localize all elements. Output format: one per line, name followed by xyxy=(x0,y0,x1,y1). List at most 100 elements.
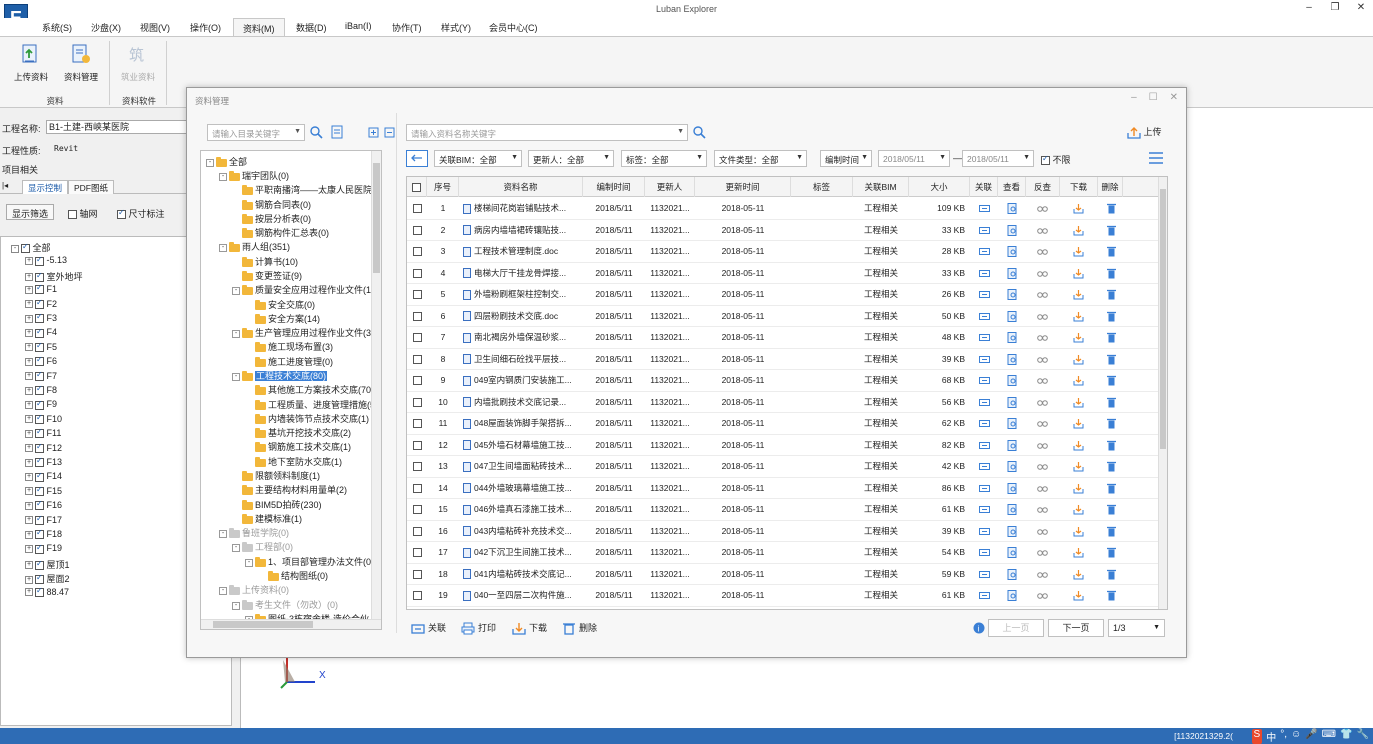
reverse-lookup-icon[interactable] xyxy=(1037,440,1048,451)
floor-tree-item[interactable]: + F15 xyxy=(25,485,62,500)
tree-item[interactable]: 结构图纸(0) xyxy=(258,569,328,583)
expand-icon[interactable]: + xyxy=(25,300,33,309)
floor-tree-item[interactable]: + F12 xyxy=(25,442,62,457)
filetype-filter-select[interactable]: 文件类型：全部 ▼ xyxy=(714,150,807,167)
view-icon[interactable] xyxy=(1007,568,1018,580)
download-icon[interactable] xyxy=(1073,504,1084,515)
trash-icon[interactable] xyxy=(1106,225,1117,236)
menu-item[interactable]: 会员中心(C) xyxy=(489,21,538,34)
tree-vertical-scrollbar[interactable] xyxy=(371,151,381,621)
collapse-icon[interactable]: - xyxy=(232,372,240,381)
row-checkbox-cell[interactable] xyxy=(407,456,427,477)
view-icon[interactable] xyxy=(1007,439,1018,451)
row-checkbox-cell[interactable] xyxy=(407,392,427,413)
close-icon[interactable]: ✕ xyxy=(1355,2,1367,13)
trash-icon[interactable] xyxy=(1106,461,1117,472)
directory-search-input[interactable]: 请输入目录关键字 ▼ xyxy=(207,124,305,141)
manage-material-button[interactable]: 资料管理 xyxy=(58,43,104,83)
floor-tree-item[interactable]: - 全部 xyxy=(11,241,51,255)
file-name-cell[interactable]: 内墙批刷技术交底记录... xyxy=(463,392,583,413)
reverse-lookup-icon[interactable] xyxy=(1037,311,1048,322)
expand-icon[interactable]: + xyxy=(25,575,33,584)
trash-icon[interactable] xyxy=(1106,547,1117,558)
tree-item[interactable]: 按层分析表(0) xyxy=(232,212,311,226)
reverse-lookup-icon[interactable] xyxy=(1037,268,1048,279)
table-row[interactable]: 17 042下沉卫生间施工技术... 2018/5/11 1132021... 2018… xyxy=(407,542,1159,564)
expand-icon[interactable]: + xyxy=(25,314,33,323)
floor-checkbox[interactable] xyxy=(35,312,44,324)
floor-tree-item[interactable]: + F3 xyxy=(25,312,57,327)
next-page-button[interactable]: 下一页 xyxy=(1048,619,1104,637)
table-row[interactable]: 14 044外墙玻璃幕墙施工技... 2018/5/11 1132021... 2018… xyxy=(407,478,1159,499)
download-icon[interactable] xyxy=(1073,225,1084,236)
floor-tree-item[interactable]: + F18 xyxy=(25,528,62,543)
menu-item[interactable]: 操作(O) xyxy=(190,21,221,34)
table-row[interactable]: 4 电梯大厅干挂龙骨焊接... 2018/5/11 1132021... 2018-05… xyxy=(407,263,1159,284)
expand-icon[interactable]: + xyxy=(25,401,33,410)
reverse-lookup-icon[interactable] xyxy=(1037,483,1048,494)
menu-item[interactable]: 沙盘(X) xyxy=(91,21,121,34)
microphone-icon[interactable]: 🎤 xyxy=(1305,729,1317,744)
ime-logo-icon[interactable]: S xyxy=(1251,729,1263,744)
row-checkbox[interactable] xyxy=(412,290,422,300)
tree-item[interactable]: - 工程技术交底(80) xyxy=(232,369,328,383)
punctuation-icon[interactable]: °, xyxy=(1280,729,1287,744)
expand-icon[interactable]: + xyxy=(25,473,33,482)
row-checkbox-cell[interactable] xyxy=(407,370,427,391)
collapse-icon[interactable]: - xyxy=(219,243,227,252)
row-checkbox-cell[interactable] xyxy=(407,435,427,456)
file-name-cell[interactable]: 040一至四层二次构件施... xyxy=(463,585,583,606)
date-from-input[interactable]: 2018/05/11 ▼ xyxy=(878,150,950,167)
floor-checkbox[interactable] xyxy=(35,399,44,410)
view-icon[interactable] xyxy=(1007,418,1018,429)
row-checkbox[interactable] xyxy=(412,311,422,321)
expand-icon[interactable]: + xyxy=(25,561,33,570)
minimize-icon[interactable]: – xyxy=(1303,2,1315,13)
menu-item[interactable]: 资料(M) xyxy=(233,18,285,36)
table-row[interactable]: 2 病房内墙墙裙砖镶贴技... 2018/5/11 1132021... 2018-05… xyxy=(407,220,1159,241)
zhuye-material-button[interactable]: 筑 筑业资料 xyxy=(115,43,161,83)
link-icon[interactable] xyxy=(979,483,990,494)
reverse-lookup-icon[interactable] xyxy=(1037,504,1048,515)
table-row[interactable]: 10 内墙批刷技术交底记录... 2018/5/11 1132021... 2018-0… xyxy=(407,392,1159,413)
row-checkbox-cell[interactable] xyxy=(407,220,427,241)
floor-tree-item[interactable]: + F11 xyxy=(25,427,61,442)
link-icon[interactable] xyxy=(979,547,990,558)
floor-checkbox[interactable] xyxy=(35,573,44,585)
row-checkbox-cell[interactable] xyxy=(407,349,427,370)
expand-icon[interactable]: + xyxy=(25,329,33,338)
file-name-cell[interactable]: 卫生间细石砼找平层技... xyxy=(463,349,583,370)
floor-checkbox[interactable] xyxy=(35,255,44,266)
keyboard-icon[interactable]: ⌨ xyxy=(1322,729,1336,744)
reverse-lookup-icon[interactable] xyxy=(1037,547,1048,558)
file-name-cell[interactable]: 工程技术管理制度.doc xyxy=(463,241,583,262)
trash-icon[interactable] xyxy=(1106,268,1117,279)
expand-icon[interactable]: + xyxy=(25,458,33,467)
reverse-lookup-icon[interactable] xyxy=(1037,289,1048,300)
chevron-down-icon[interactable]: ▼ xyxy=(294,128,301,135)
expand-icon[interactable]: - xyxy=(11,244,19,253)
floor-checkbox[interactable] xyxy=(35,543,44,554)
ime-chinese-icon[interactable]: 中 xyxy=(1266,729,1276,744)
download-icon[interactable] xyxy=(1073,354,1084,365)
view-icon[interactable] xyxy=(1007,525,1018,537)
info-icon[interactable]: i xyxy=(973,622,985,634)
row-checkbox[interactable] xyxy=(412,397,422,407)
link-icon[interactable] xyxy=(979,354,990,365)
floor-checkbox[interactable] xyxy=(35,514,44,525)
prev-page-button[interactable]: 上一页 xyxy=(988,619,1044,637)
collapse-icon[interactable]: - xyxy=(245,558,253,567)
tree-item[interactable]: 基坑开挖技术交底(2) xyxy=(245,426,351,440)
view-icon[interactable] xyxy=(1007,590,1018,601)
row-checkbox-cell[interactable] xyxy=(407,327,427,348)
tree-item[interactable]: 钢筋合同表(0) xyxy=(232,198,311,212)
axis-net-toggle[interactable]: 轴网 xyxy=(68,207,98,220)
collapse-icon[interactable]: - xyxy=(206,158,214,167)
row-checkbox[interactable] xyxy=(412,268,422,278)
tree-item[interactable]: - 生产管理应用过程作业文件(3) xyxy=(232,326,374,340)
tree-item[interactable]: 主要结构材料用量单(2) xyxy=(232,483,347,497)
trash-icon[interactable] xyxy=(1106,483,1117,494)
menu-item[interactable]: 视图(V) xyxy=(140,21,170,34)
trash-icon[interactable] xyxy=(1106,418,1117,429)
floor-checkbox[interactable] xyxy=(35,471,44,482)
